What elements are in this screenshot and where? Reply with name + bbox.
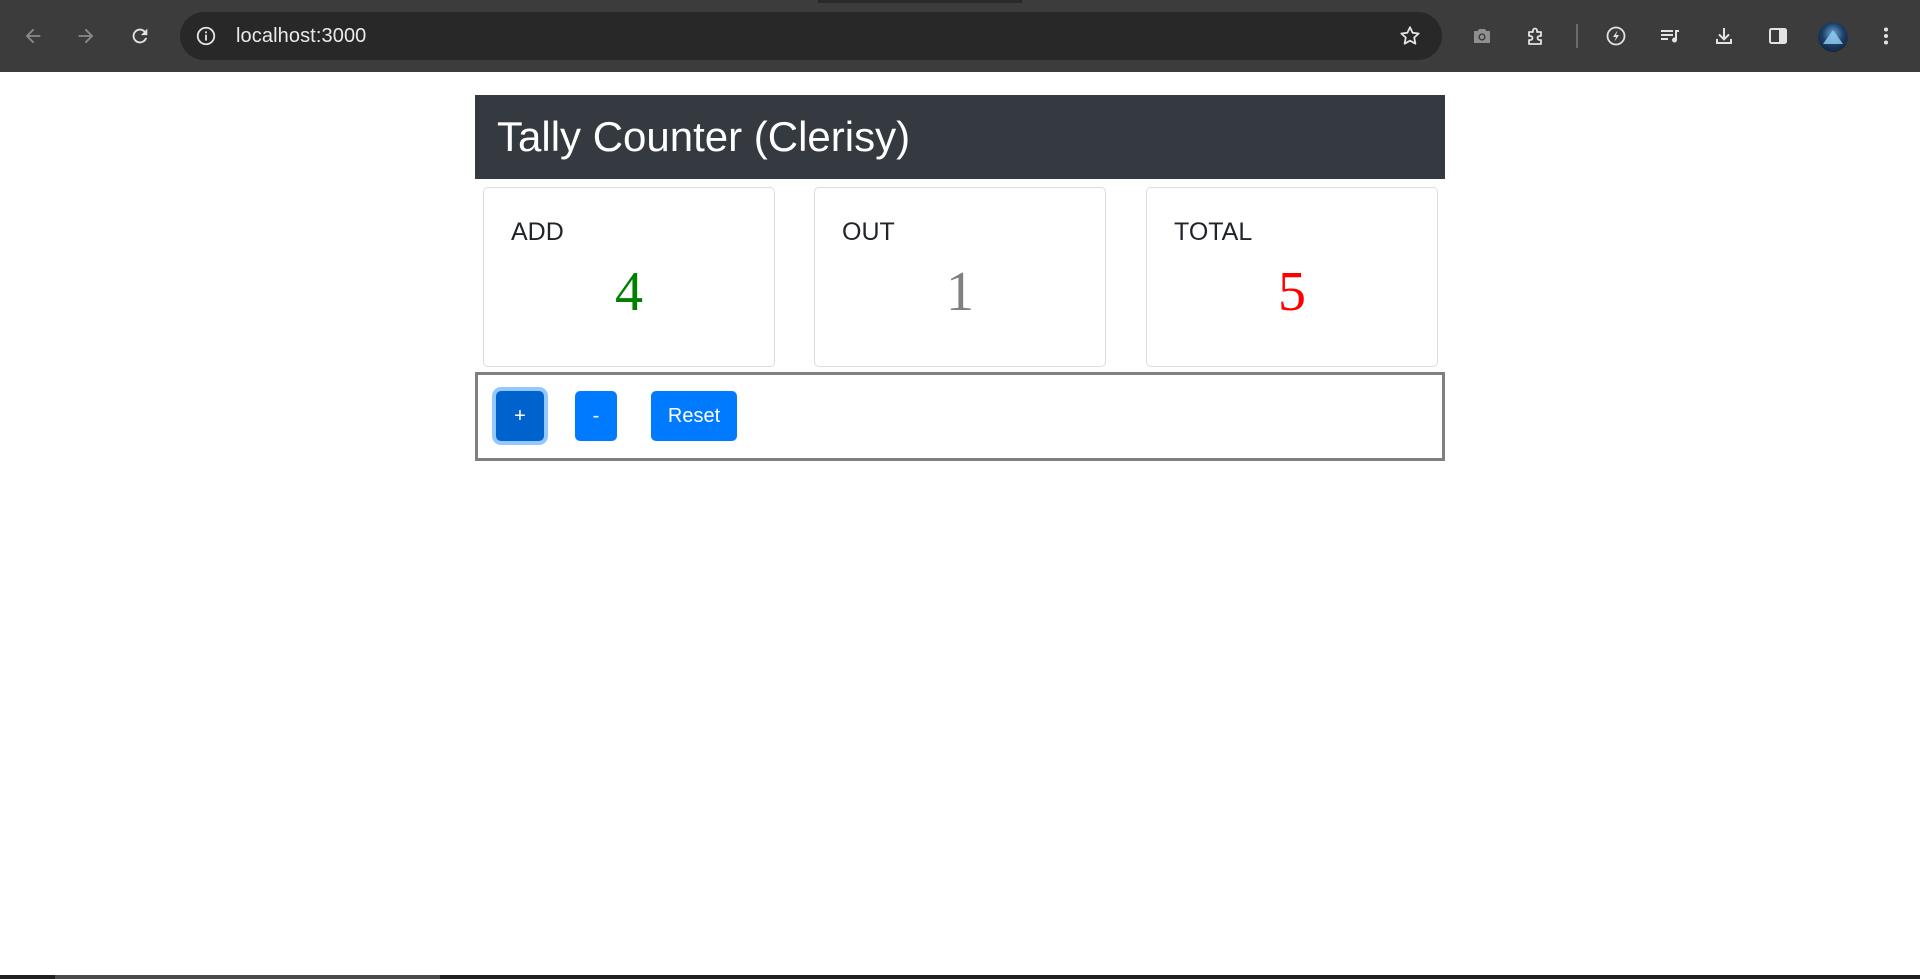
bookmark-button[interactable] <box>1396 22 1424 50</box>
scrollbar-thumb[interactable] <box>55 975 440 979</box>
out-label: OUT <box>842 218 895 246</box>
site-info-button[interactable] <box>190 20 222 52</box>
tab-strip-edge <box>818 0 1022 3</box>
forward-button[interactable] <box>68 18 104 54</box>
app-header: Tally Counter (Clerisy) <box>475 95 1445 179</box>
total-label: TOTAL <box>1174 218 1253 246</box>
reload-button[interactable] <box>122 18 158 54</box>
increment-button[interactable]: + <box>496 391 544 441</box>
side-panel-button[interactable] <box>1762 20 1794 52</box>
back-button[interactable] <box>15 18 51 54</box>
reset-button[interactable]: Reset <box>651 391 737 441</box>
browser-menu-button[interactable] <box>1870 20 1902 52</box>
add-card: ADD 4 <box>483 187 775 367</box>
profile-avatar[interactable] <box>1818 22 1848 52</box>
out-card: OUT 1 <box>814 187 1106 367</box>
total-card: TOTAL 5 <box>1146 187 1438 367</box>
kebab-menu-icon <box>1884 27 1888 45</box>
toolbar-separator <box>1576 24 1578 48</box>
browser-toolbar: localhost:3000 <box>0 0 1920 72</box>
add-label: ADD <box>511 218 564 246</box>
camera-icon <box>1474 29 1490 43</box>
performance-button[interactable] <box>1600 20 1632 52</box>
controls-panel: + - Reset <box>475 372 1445 461</box>
back-arrow-icon <box>25 28 41 44</box>
downloads-button[interactable] <box>1708 20 1740 52</box>
add-value: 4 <box>615 261 643 323</box>
forward-arrow-icon <box>78 28 94 44</box>
star-icon <box>1400 26 1420 45</box>
decrement-button[interactable]: - <box>575 391 617 441</box>
media-queue-icon <box>1661 30 1679 43</box>
speedometer-icon <box>1606 26 1626 46</box>
total-value: 5 <box>1278 261 1306 323</box>
extensions-button[interactable] <box>1520 20 1552 52</box>
out-value: 1 <box>946 261 974 323</box>
info-icon <box>196 26 216 46</box>
tally-counter-app: Tally Counter (Clerisy) ADD 4 OUT 1 TOTA… <box>475 95 1445 461</box>
side-panel-icon <box>1769 28 1787 44</box>
media-controls-button[interactable] <box>1654 20 1686 52</box>
bottom-scrollbar <box>0 975 1920 979</box>
puzzle-icon <box>1528 27 1542 45</box>
address-bar[interactable]: localhost:3000 <box>180 12 1442 60</box>
reload-icon <box>132 28 148 44</box>
screenshot-button[interactable] <box>1466 20 1498 52</box>
page-title: Tally Counter (Clerisy) <box>497 113 911 160</box>
url-text[interactable]: localhost:3000 <box>236 25 366 48</box>
download-icon <box>1716 28 1732 44</box>
